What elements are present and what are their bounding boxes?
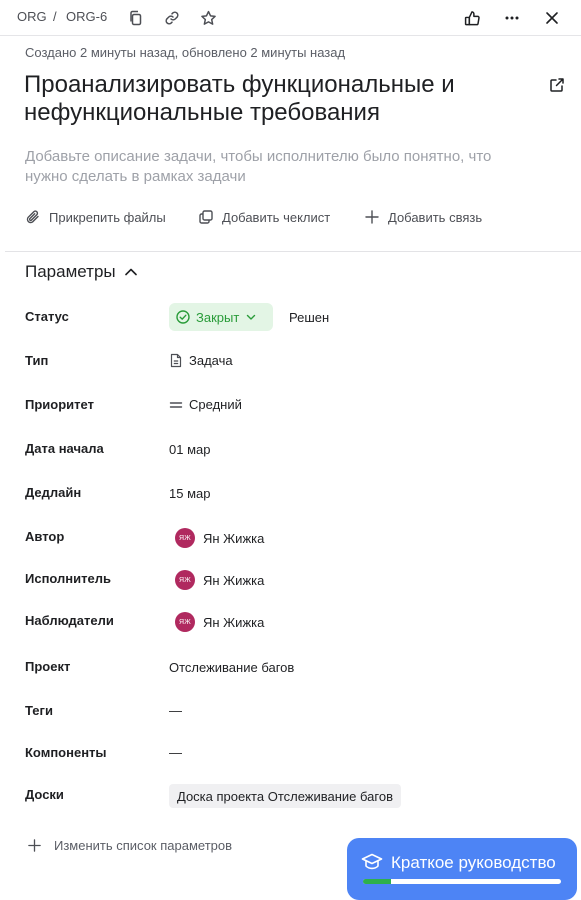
status-value: Закрыт (196, 309, 240, 325)
description-placeholder[interactable]: Добавьте описание задачи, чтобы исполнит… (25, 147, 505, 187)
external-link-icon (550, 78, 564, 92)
priority-medium-icon (169, 401, 183, 408)
issue-title[interactable]: Проанализировать функциональные и нефунк… (24, 71, 524, 127)
copy-icon (130, 10, 142, 26)
status-dropdown[interactable]: Закрыт (169, 303, 273, 331)
add-checklist-button[interactable]: Добавить чеклист (198, 207, 330, 227)
deadline-value[interactable]: 15 мар (169, 486, 210, 501)
add-link-button[interactable]: Добавить связь (364, 207, 482, 227)
star-icon (200, 10, 216, 25)
deadline-label: Дедлайн (25, 485, 82, 500)
board-chip[interactable]: Доска проекта Отслеживание багов (169, 784, 401, 808)
author-label: Автор (25, 529, 65, 544)
close-icon (546, 12, 558, 24)
checklist-icon (199, 210, 213, 224)
priority-label: Приоритет (25, 397, 94, 412)
author-value: Ян Жижка (203, 530, 265, 546)
chevron-down-icon (247, 314, 256, 320)
author-field[interactable]: ЯЖ Ян Жижка (169, 528, 264, 548)
section-divider (5, 251, 581, 252)
quick-guide-progress-fill (363, 879, 391, 884)
board-chip-label: Доска проекта Отслеживание багов (177, 788, 393, 804)
params-section-title: Параметры (25, 262, 116, 281)
status-label: Статус (25, 309, 69, 324)
breadcrumb-separator: / (53, 9, 57, 24)
components-value[interactable]: — (169, 745, 182, 760)
link-icon (165, 11, 179, 25)
start-date-value[interactable]: 01 мар (169, 442, 210, 457)
avatar: ЯЖ (175, 612, 195, 632)
add-link-label: Добавить связь (388, 209, 483, 225)
plus-icon (365, 210, 379, 224)
resolution-value: Решен (289, 310, 330, 325)
priority-value: Средний (189, 397, 242, 412)
assignee-field[interactable]: ЯЖ Ян Жижка (169, 570, 264, 590)
close-button[interactable] (540, 6, 564, 30)
copy-button[interactable] (124, 6, 148, 30)
tags-value[interactable]: — (169, 703, 182, 718)
more-button[interactable] (500, 6, 524, 30)
avatar: ЯЖ (175, 528, 195, 548)
change-params-label: Изменить список параметров (54, 838, 233, 853)
plus-icon (28, 839, 41, 852)
type-label: Тип (25, 353, 49, 368)
open-in-new-tab-button[interactable] (549, 77, 567, 95)
tags-label: Теги (25, 703, 53, 718)
thumbs-up-icon (464, 10, 480, 25)
check-circle-icon (176, 310, 190, 324)
change-params-button[interactable]: Изменить список параметров (27, 838, 232, 853)
assignee-value: Ян Жижка (203, 572, 265, 588)
copy-link-button[interactable] (160, 6, 184, 30)
project-value[interactable]: Отслеживание багов (169, 660, 294, 675)
document-icon (170, 353, 182, 368)
paperclip-icon (26, 210, 39, 224)
chevron-up-icon (124, 268, 137, 276)
quick-guide-label: Краткое руководство (391, 853, 556, 872)
type-value: Задача (189, 353, 233, 368)
add-checklist-label: Добавить чеклист (222, 209, 331, 225)
attach-files-label: Прикрепить файлы (49, 209, 166, 225)
followers-field[interactable]: ЯЖ Ян Жижка (169, 612, 264, 632)
start-date-label: Дата начала (25, 441, 104, 456)
quick-guide-button[interactable]: Краткое руководство (347, 838, 577, 900)
assignee-label: Исполнитель (25, 571, 111, 586)
avatar: ЯЖ (175, 570, 195, 590)
type-field[interactable]: Задача (169, 353, 233, 368)
quick-guide-progress (363, 879, 561, 884)
params-section-toggle[interactable]: Параметры (25, 262, 138, 282)
followers-value: Ян Жижка (203, 614, 265, 630)
created-updated-info: Создано 2 минуты назад, обновлено 2 мину… (25, 45, 346, 60)
project-label: Проект (25, 659, 71, 674)
breadcrumb-issue-key[interactable]: ORG-6 (66, 9, 107, 24)
boards-label: Доски (25, 787, 64, 802)
followers-label: Наблюдатели (25, 613, 114, 628)
like-button[interactable] (460, 6, 484, 30)
components-label: Компоненты (25, 745, 107, 760)
more-horizontal-icon (505, 16, 519, 20)
attach-files-button[interactable]: Прикрепить файлы (25, 207, 166, 227)
issue-header: ORG / ORG-6 (0, 0, 581, 36)
favorite-button[interactable] (196, 6, 220, 30)
graduation-cap-icon (361, 853, 383, 870)
breadcrumb-queue[interactable]: ORG (17, 9, 47, 24)
priority-field[interactable]: Средний (169, 397, 242, 412)
